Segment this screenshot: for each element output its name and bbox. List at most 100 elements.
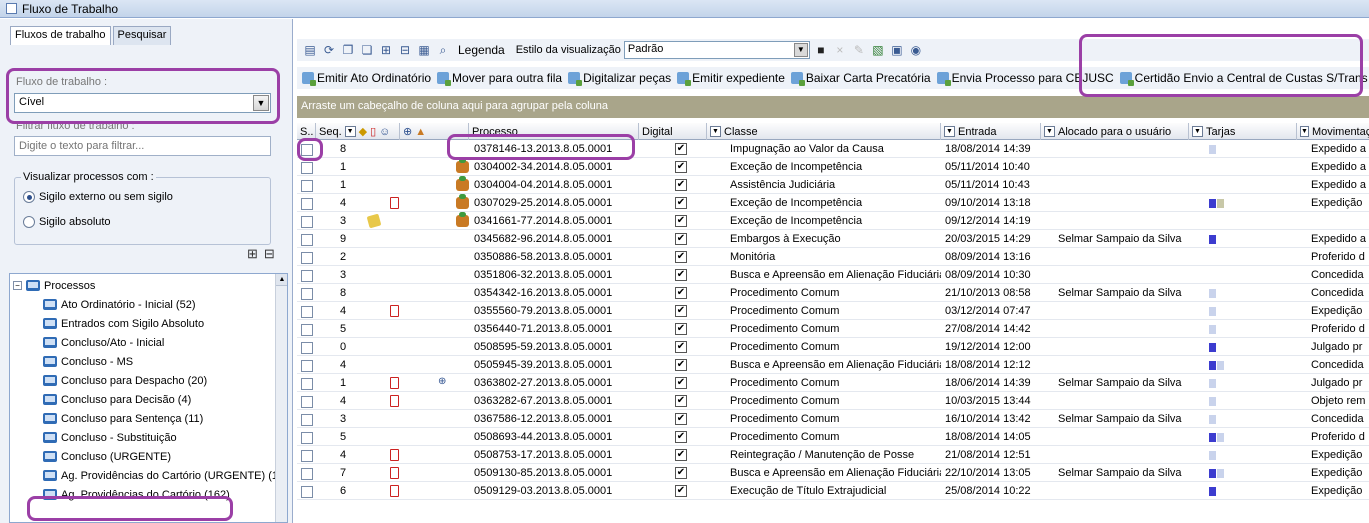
tree-item[interactable]: Entrados com Sigilo Absoluto — [43, 314, 204, 333]
linked-process-icon[interactable]: ⊕ — [438, 376, 446, 387]
row-select-checkbox[interactable] — [301, 378, 313, 390]
tree-item[interactable]: Concluso para Despacho (20) — [43, 371, 207, 390]
filter-icon[interactable]: ▼ — [944, 126, 955, 137]
document-icon[interactable] — [390, 395, 399, 407]
row-select-checkbox[interactable] — [301, 468, 313, 480]
tree-item[interactable]: Concluso - MS — [43, 352, 133, 371]
emitir-expediente-button[interactable]: Emitir expediente — [677, 71, 785, 86]
col-tarjas[interactable]: ▼ Tarjas — [1189, 123, 1297, 140]
tree-item[interactable]: Ato Ordinatório - Inicial (52) — [43, 295, 196, 314]
collapse-icon[interactable]: − — [13, 281, 22, 290]
copy-icon[interactable]: ❐ — [340, 42, 356, 58]
row-select-checkbox[interactable] — [301, 198, 313, 210]
save-icon[interactable]: ■ — [813, 42, 829, 58]
table-row[interactable]: 1 0304002-34.2014.8.05.0001 ✔ Exceção de In… — [297, 158, 1369, 176]
sigilo-icon[interactable] — [456, 176, 469, 191]
find-icon[interactable]: ⌕ — [435, 42, 451, 58]
document-icon[interactable] — [390, 305, 399, 317]
row-select-checkbox[interactable] — [301, 324, 313, 336]
refresh-icon[interactable]: ⟳ — [321, 42, 337, 58]
table-row[interactable]: 8 0354342-16.2013.8.05.0001 ✔ Procedimento … — [297, 285, 1369, 302]
collapse-tree-icon[interactable]: ⊟ — [264, 246, 275, 262]
col-entrada[interactable]: ▼ Entrada — [941, 123, 1041, 140]
table-row[interactable]: 1 0304004-04.2014.8.05.0001 ✔ Assistência J… — [297, 176, 1369, 194]
digitalizar-button[interactable]: Digitalizar peças — [568, 71, 671, 86]
emitir-ato-button[interactable]: Emitir Ato Ordinatório — [302, 71, 431, 86]
radio-unselected-icon[interactable] — [23, 216, 35, 228]
expand-icon[interactable]: ⊞ — [378, 42, 394, 58]
document-icon[interactable] — [390, 377, 399, 389]
table-row[interactable]: 3 0341661-77.2014.8.05.0001 ✔ Exceção de In… — [297, 212, 1369, 230]
export-excel-icon[interactable]: ▧ — [870, 42, 886, 58]
filter-icon[interactable]: ▼ — [344, 126, 356, 137]
export-icon[interactable]: ▣ — [889, 42, 905, 58]
scroll-up-icon[interactable]: ▲ — [276, 274, 287, 286]
tab-fluxos[interactable]: Fluxos de trabalho — [10, 26, 111, 45]
filter-icon[interactable]: ▼ — [1300, 126, 1309, 137]
baixar-carta-button[interactable]: Baixar Carta Precatória — [790, 71, 931, 86]
col-seq[interactable]: Seq. ▼ ◆ ▯ ☺ — [316, 123, 400, 140]
col-alocado[interactable]: ▼ Alocado para o usuário — [1041, 123, 1189, 140]
tab-pesquisar[interactable]: Pesquisar — [112, 26, 172, 45]
col-movimentacao[interactable]: ▼ Movimentação — [1297, 123, 1369, 140]
row-select-checkbox[interactable] — [301, 162, 313, 174]
col-digital[interactable]: ▼ Digital — [639, 123, 707, 140]
tree-item[interactable]: Concluso para Sentença (11) — [43, 409, 203, 428]
view-style-select[interactable]: Padrão ▼ — [623, 41, 810, 59]
row-select-checkbox[interactable] — [301, 234, 313, 246]
table-row[interactable]: 7 0509130-85.2013.8.05.0001 ✔ Busca e Apree… — [297, 465, 1369, 482]
workflow-filter-input[interactable] — [14, 136, 271, 156]
chevron-down-icon[interactable]: ▼ — [793, 43, 808, 57]
browser-icon[interactable]: ◉ — [908, 42, 924, 58]
row-select-checkbox[interactable] — [301, 180, 313, 192]
tree-item[interactable]: Concluso (URGENTE) — [43, 447, 171, 466]
table-row[interactable]: 4 0508753-17.2013.8.05.0001 ✔ Reintegração … — [297, 447, 1369, 464]
row-select-checkbox[interactable] — [301, 414, 313, 426]
document-icon[interactable] — [390, 467, 399, 479]
tree-item[interactable]: Ag. Providências do Cartório (URGENTE) (… — [43, 466, 287, 485]
group-by-area[interactable]: Arraste um cabeçalho de coluna aqui para… — [297, 96, 1369, 118]
table-row[interactable]: 0 0508595-59.2013.8.05.0001 ✔ Procedimento … — [297, 339, 1369, 356]
table-row[interactable]: 4 0307029-25.2014.8.05.0001 ✔ Exceção de In… — [297, 194, 1369, 212]
table-row[interactable]: 5 0508693-44.2013.8.05.0001 ✔ Procedimento … — [297, 429, 1369, 446]
row-select-checkbox[interactable] — [301, 432, 313, 444]
table-row[interactable]: 4 0505945-39.2013.8.05.0001 ✔ Busca e Apree… — [297, 357, 1369, 374]
tree-item[interactable]: Concluso - Substituição — [43, 428, 177, 447]
tree-item[interactable]: Concluso para Decisão (4) — [43, 390, 191, 409]
table-row[interactable]: 5 0356440-71.2013.8.05.0001 ✔ Procedimento … — [297, 321, 1369, 338]
tree-item[interactable]: Concluso/Ato - Inicial — [43, 333, 164, 352]
mover-fila-button[interactable]: Mover para outra fila — [437, 71, 562, 86]
table-row[interactable]: 4 0355560-79.2013.8.05.0001 ✔ Procedimento … — [297, 303, 1369, 320]
sigilo-icon[interactable] — [456, 212, 469, 227]
tile-icon[interactable]: ⊟ — [397, 42, 413, 58]
group-icon[interactable]: ▦ — [416, 42, 432, 58]
table-row[interactable]: 3 0351806-32.2013.8.05.0001 ✔ Busca e Apree… — [297, 267, 1369, 284]
sigilo-icon[interactable] — [456, 158, 469, 173]
legend-button[interactable]: Legenda — [458, 43, 505, 57]
row-select-checkbox[interactable] — [301, 486, 313, 498]
document-icon[interactable] — [390, 449, 399, 461]
tree-root[interactable]: − Processos — [13, 276, 95, 295]
table-row[interactable]: 4 0363282-67.2013.8.05.0001 ✔ Procedimento … — [297, 393, 1369, 410]
open-folder-icon[interactable]: ▤ — [302, 42, 318, 58]
document-icon[interactable] — [390, 197, 399, 209]
table-row[interactable]: 9 0345682-96.2014.8.05.0001 ✔ Embargos à Ex… — [297, 231, 1369, 248]
table-row[interactable]: 3 0367586-12.2013.8.05.0001 ✔ Procedimento … — [297, 411, 1369, 428]
row-select-checkbox[interactable] — [301, 252, 313, 264]
tree-scrollbar[interactable]: ▲ — [275, 274, 287, 522]
table-row[interactable]: 2 0350886-58.2013.8.05.0001 ✔ Monitória 08/0… — [297, 249, 1369, 266]
row-select-checkbox[interactable] — [301, 450, 313, 462]
note-icon[interactable] — [366, 213, 382, 229]
radio-sigilo-externo[interactable]: Sigilo externo ou sem sigilo — [23, 191, 173, 203]
document-icon[interactable] — [390, 485, 399, 497]
filter-icon[interactable]: ▼ — [1192, 126, 1203, 137]
table-row[interactable]: 1 ⊕ 0363802-27.2013.8.05.0001 ✔ Procedimento… — [297, 375, 1369, 392]
sigilo-icon[interactable] — [456, 194, 469, 209]
radio-sigilo-absoluto[interactable]: Sigilo absoluto — [23, 216, 111, 228]
row-select-checkbox[interactable] — [301, 342, 313, 354]
filter-icon[interactable]: ▼ — [710, 126, 721, 137]
row-select-checkbox[interactable] — [301, 396, 313, 408]
row-select-checkbox[interactable] — [301, 270, 313, 282]
window-icon-2[interactable]: ❏ — [359, 42, 375, 58]
col-classe[interactable]: ▼ Classe — [707, 123, 941, 140]
